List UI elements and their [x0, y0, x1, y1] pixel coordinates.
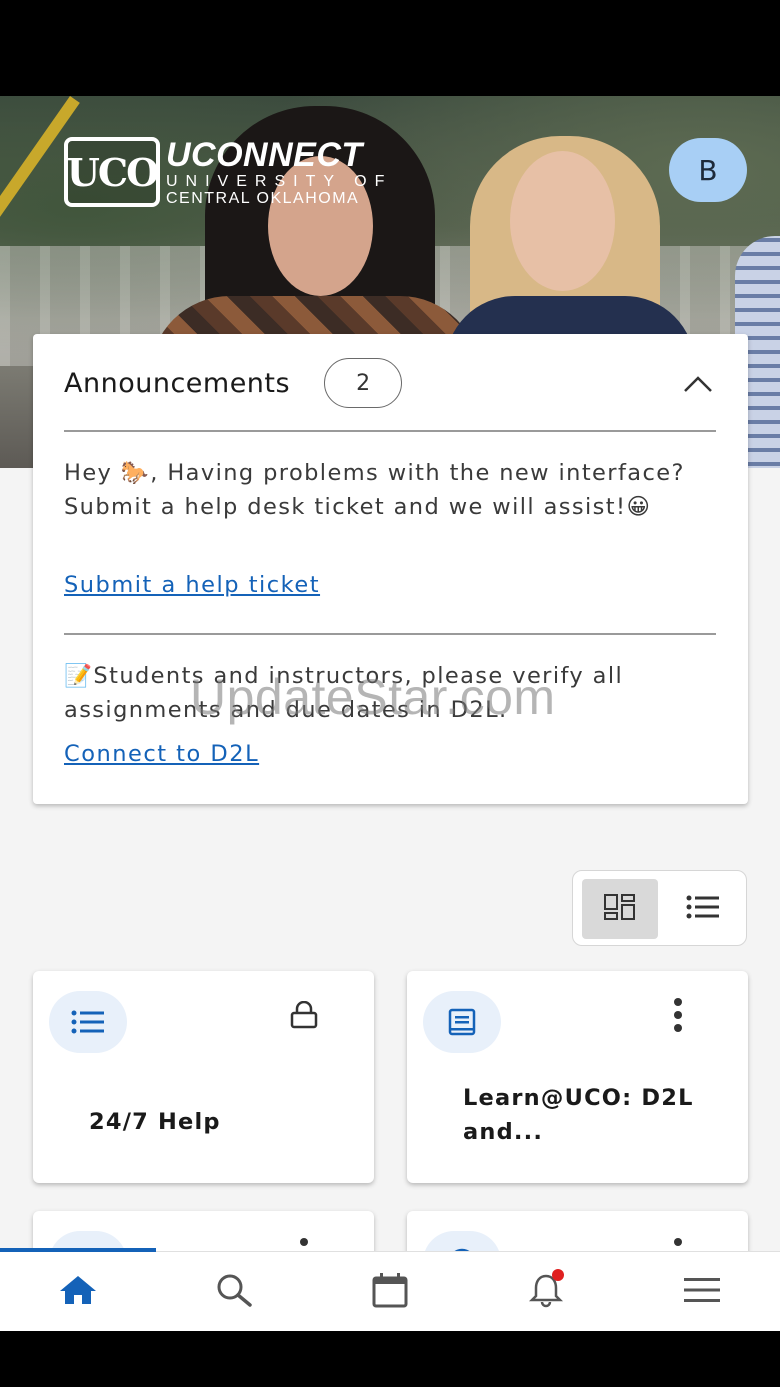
announcement-text: 📝Students and instructors, please verify… [64, 663, 624, 723]
divider [64, 430, 716, 432]
view-toggle [572, 870, 747, 946]
search-icon [214, 1272, 254, 1312]
logo-title: UCONNECT [166, 135, 363, 174]
list-view-button[interactable] [667, 879, 739, 939]
list-view-icon [686, 895, 720, 923]
nav-search[interactable] [156, 1252, 312, 1331]
app-screen: UCO UCONNECT UNIVERSITY OF CENTRAL OKLAH… [0, 96, 780, 1331]
nav-menu[interactable] [624, 1252, 780, 1331]
home-icon [58, 1274, 98, 1310]
announcements-header[interactable]: Announcements 2 [64, 348, 716, 418]
grid-view-button[interactable] [582, 879, 658, 939]
more-vert-icon[interactable] [658, 995, 698, 1035]
tile-label: Learn@UCO: D2L and... [463, 1085, 694, 1145]
submit-help-ticket-link[interactable]: Submit a help ticket [64, 572, 320, 598]
announcements-card: Announcements 2 Hey 🐎, Having problems w… [33, 334, 748, 804]
calendar-icon [372, 1272, 408, 1312]
book-icon [423, 991, 501, 1053]
announcement-text: Hey 🐎, Having problems with the new inte… [64, 460, 685, 520]
notification-dot [552, 1269, 564, 1281]
logo-subtitle-line1: UNIVERSITY OF [166, 172, 393, 190]
nav-notifications[interactable] [468, 1252, 624, 1331]
tile-learn-at-uco[interactable]: Learn@UCO: D2L and... [407, 971, 748, 1183]
announcements-title: Announcements [64, 367, 291, 399]
nav-calendar[interactable] [312, 1252, 468, 1331]
system-navigation-bar [0, 1331, 780, 1387]
status-bar [0, 0, 780, 96]
grid-view-icon [603, 893, 637, 925]
announcements-count-badge: 2 [324, 358, 403, 408]
uconnect-logo: UCO UCONNECT UNIVERSITY OF CENTRAL OKLAH… [64, 136, 392, 208]
nav-home[interactable] [0, 1252, 156, 1331]
connect-to-d2l-link[interactable]: Connect to D2L [64, 741, 259, 767]
logo-subtitle-line2: CENTRAL OKLAHOMA [166, 189, 360, 207]
chevron-up-icon[interactable] [680, 366, 716, 402]
list-icon [49, 991, 127, 1053]
tile-label: 24/7 Help [89, 1109, 221, 1135]
bottom-navigation [0, 1248, 780, 1331]
lock-icon [284, 995, 324, 1035]
user-avatar[interactable]: B [669, 138, 747, 202]
uco-logo-mark: UCO [64, 137, 160, 207]
menu-icon [683, 1277, 721, 1307]
tile-24-7-help[interactable]: 24/7 Help [33, 971, 374, 1183]
divider [64, 633, 716, 635]
